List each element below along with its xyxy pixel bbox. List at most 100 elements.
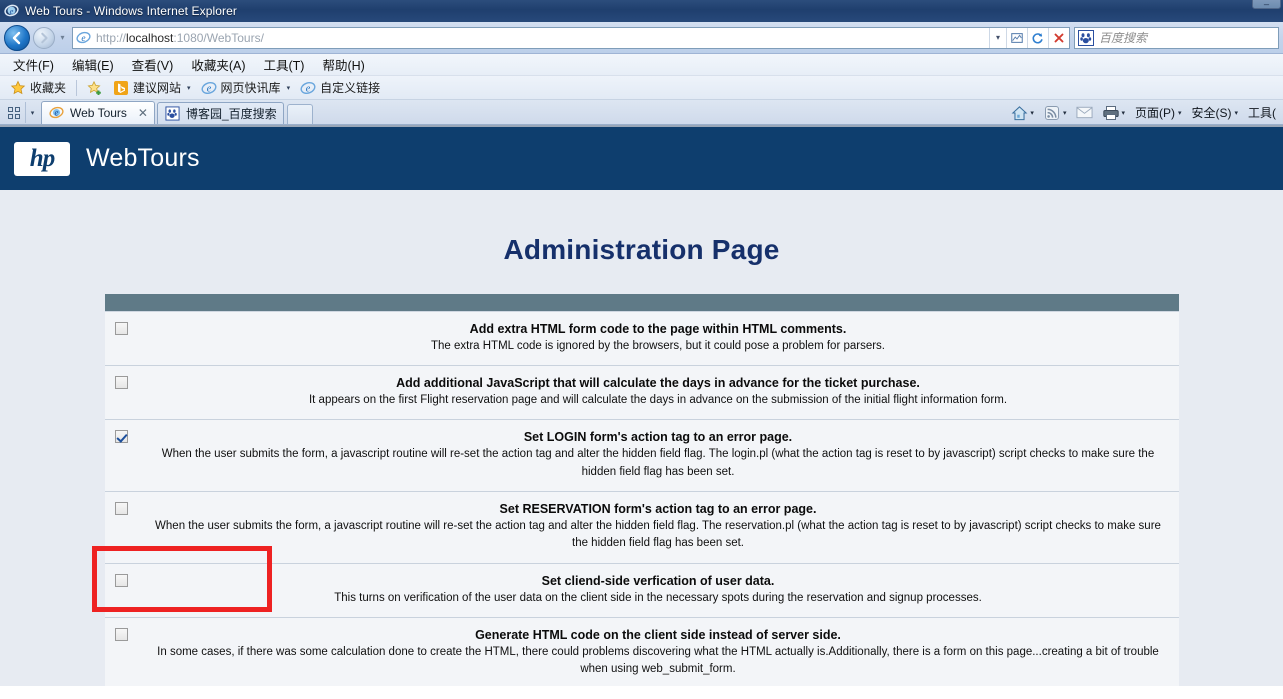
feeds-button[interactable]: ▾ xyxy=(1039,103,1072,123)
login-form-action-tag-checkbox[interactable] xyxy=(114,430,128,444)
menu-edit[interactable]: 编辑(E) xyxy=(63,53,123,76)
option-checkbox-cell[interactable] xyxy=(104,617,138,686)
option-description: When the user submits the form, a javasc… xyxy=(161,448,1155,478)
option-checkbox[interactable] xyxy=(114,321,128,335)
feeds-icon xyxy=(1044,105,1060,121)
window-controls[interactable]: _ xyxy=(1252,0,1281,9)
table-header-bar xyxy=(104,294,1179,312)
fav-suggested-sites[interactable]: 建议网站 ▾ xyxy=(108,78,196,97)
home-button[interactable]: ▾ xyxy=(1006,103,1039,123)
home-icon xyxy=(1011,105,1028,121)
mail-button[interactable] xyxy=(1071,103,1097,123)
fav-web-slice-gallery[interactable]: e 网页快讯库 ▾ xyxy=(196,78,296,97)
search-input[interactable]: 百度搜索 xyxy=(1099,29,1147,46)
admin-options-body: Add extra HTML form code to the page wit… xyxy=(104,294,1179,686)
menu-help[interactable]: 帮助(H) xyxy=(313,53,373,76)
option-title: Add additional JavaScript that will calc… xyxy=(396,375,920,390)
tab-bokeyuan-baidu[interactable]: 博客园_百度搜索 xyxy=(156,102,284,124)
star-add-icon xyxy=(87,80,103,96)
option-title: Add extra HTML form code to the page wit… xyxy=(469,321,847,336)
option-checkbox-cell[interactable] xyxy=(104,563,138,618)
print-button[interactable]: ▾ xyxy=(1097,103,1130,123)
mail-icon xyxy=(1076,105,1093,121)
svg-text:e: e xyxy=(10,6,14,16)
address-host: localhost xyxy=(126,30,174,45)
option-checkbox[interactable] xyxy=(114,501,128,515)
browser-navigation-bar: ▾ e http://localhost:1080/WebTours/ ▾ 百度… xyxy=(0,22,1283,54)
fav-web-slice-label: 网页快讯库 xyxy=(220,81,281,95)
favorites-bar: 收藏夹 建议网站 ▾ e 网页快讯库 ▾ e 自定义链接 xyxy=(0,76,1283,100)
forward-button[interactable] xyxy=(33,26,55,49)
option-checkbox-cell[interactable] xyxy=(104,365,138,421)
star-icon xyxy=(10,80,26,96)
recent-pages-dropdown[interactable]: ▾ xyxy=(56,28,69,48)
search-box[interactable]: 百度搜索 xyxy=(1074,26,1279,49)
ie-icon: e xyxy=(201,80,217,96)
back-button[interactable] xyxy=(4,24,30,51)
page-menu-label: 页面(P) xyxy=(1134,106,1175,120)
minimize-button[interactable]: _ xyxy=(1252,0,1281,9)
tab-list-button[interactable]: ▾ xyxy=(25,102,39,123)
fav-custom-links-label: 自定义链接 xyxy=(320,81,381,95)
chevron-down-icon: ▾ xyxy=(60,33,65,42)
table-row: Add additional JavaScript that will calc… xyxy=(104,365,1179,421)
add-to-favorites-bar-button[interactable] xyxy=(82,79,108,97)
stop-button[interactable] xyxy=(1048,27,1069,48)
refresh-button[interactable] xyxy=(1027,27,1048,48)
svg-text:e: e xyxy=(55,108,59,118)
tab-web-tours[interactable]: e Web Tours ✕ xyxy=(41,101,155,124)
table-row: Set RESERVATION form's action tag to an … xyxy=(104,491,1179,564)
menu-file[interactable]: 文件(F) xyxy=(4,53,63,76)
address-dropdown-button[interactable]: ▾ xyxy=(989,27,1006,48)
svg-text:e: e xyxy=(306,83,311,94)
minimize-label: _ xyxy=(1263,0,1269,5)
address-suffix: :1080/WebTours/ xyxy=(173,30,264,45)
option-checkbox[interactable] xyxy=(114,627,128,641)
close-icon[interactable]: ✕ xyxy=(138,106,148,120)
favorites-center-button[interactable]: 收藏夹 xyxy=(5,78,71,97)
option-description-cell: Add extra HTML form code to the page wit… xyxy=(137,311,1179,366)
chevron-down-icon[interactable]: ▾ xyxy=(187,84,191,92)
menu-tools[interactable]: 工具(T) xyxy=(254,53,313,76)
option-checkbox-cell[interactable] xyxy=(104,311,138,366)
new-tab-button[interactable] xyxy=(286,104,313,124)
option-description-cell: Set LOGIN form's action tag to an error … xyxy=(137,419,1179,492)
baidu-icon xyxy=(1078,29,1094,46)
chevron-down-icon[interactable]: ▾ xyxy=(287,84,291,92)
page-title: Administration Page xyxy=(503,234,780,265)
safety-menu-button[interactable]: 安全(S) ▾ xyxy=(1186,102,1243,123)
option-checkbox-cell[interactable] xyxy=(104,491,138,564)
address-input[interactable]: http://localhost:1080/WebTours/ xyxy=(96,31,989,45)
address-bar[interactable]: e http://localhost:1080/WebTours/ ▾ xyxy=(72,26,1070,49)
menu-favorites[interactable]: 收藏夹(A) xyxy=(182,53,254,76)
compatibility-view-button[interactable] xyxy=(1006,27,1027,48)
toolbar-divider xyxy=(76,79,78,96)
quick-tabs-icon xyxy=(8,106,20,119)
ie-icon: e xyxy=(300,80,316,96)
site-brand-name: WebTours xyxy=(86,144,200,172)
safety-menu-label: 安全(S) xyxy=(1191,106,1232,120)
fav-custom-links[interactable]: e 自定义链接 xyxy=(295,78,385,97)
option-checkbox-cell[interactable] xyxy=(104,419,138,492)
page-menu-button[interactable]: 页面(P) ▾ xyxy=(1130,102,1187,123)
chevron-down-icon[interactable]: ▾ xyxy=(1121,109,1125,117)
chevron-down-icon[interactable]: ▾ xyxy=(1030,109,1034,117)
svg-text:e: e xyxy=(81,33,85,43)
ie-icon: e xyxy=(4,3,20,19)
hp-logo: hp xyxy=(14,141,70,176)
admin-options-table: Add extra HTML form code to the page wit… xyxy=(104,294,1179,686)
menu-view[interactable]: 查看(V) xyxy=(123,53,183,76)
option-description: When the user submits the form, a javasc… xyxy=(155,520,1161,550)
option-description-cell: Set RESERVATION form's action tag to an … xyxy=(137,491,1179,564)
chevron-down-icon: ▾ xyxy=(995,33,1000,42)
quick-tabs-button[interactable] xyxy=(3,102,25,123)
option-checkbox[interactable] xyxy=(114,375,128,389)
option-checkbox[interactable] xyxy=(114,573,128,587)
menu-bar: 文件(F) 编辑(E) 查看(V) 收藏夹(A) 工具(T) 帮助(H) xyxy=(0,54,1283,76)
tools-menu-button[interactable]: 工具( xyxy=(1243,102,1281,123)
option-description-cell: Add additional JavaScript that will calc… xyxy=(137,365,1179,421)
ie-icon: e xyxy=(49,105,65,121)
chevron-down-icon[interactable]: ▾ xyxy=(1063,109,1067,117)
fav-suggested-sites-label: 建议网站 xyxy=(133,81,182,95)
tab-label: Web Tours xyxy=(70,106,127,120)
